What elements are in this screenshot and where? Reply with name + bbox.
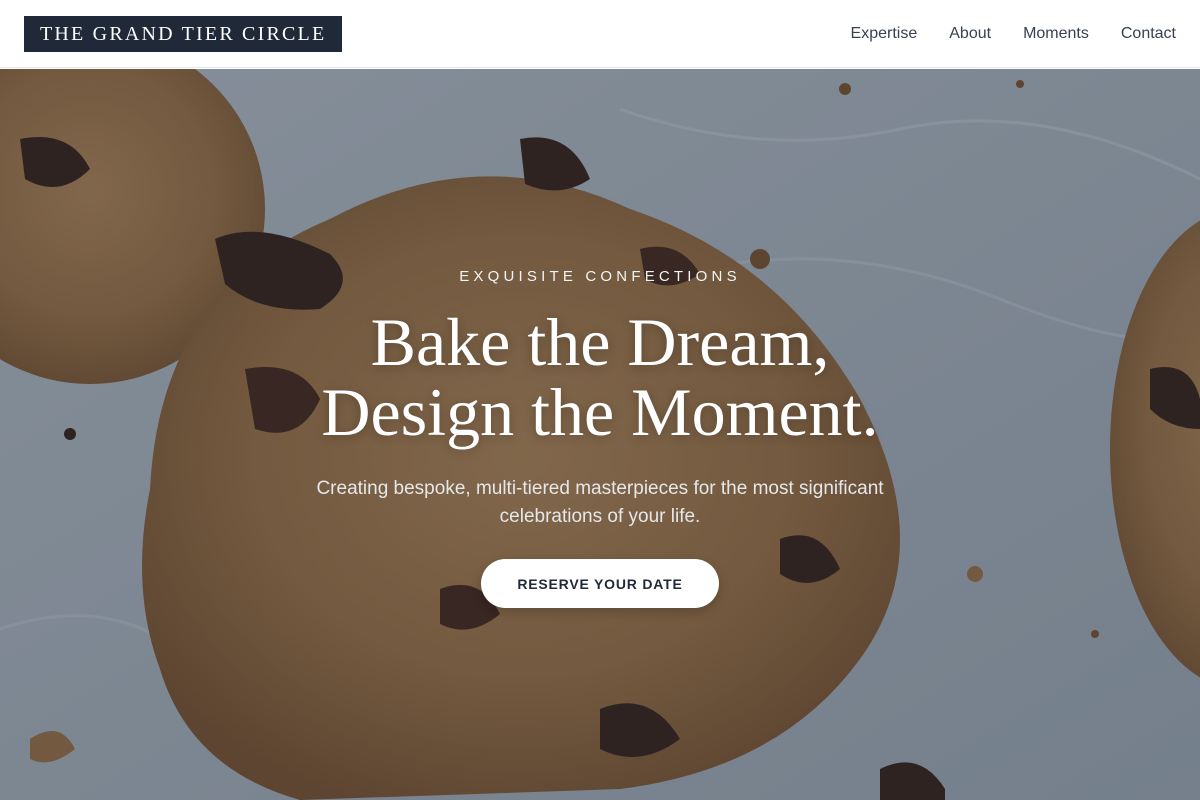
hero-headline-line-2: Design the Moment. — [321, 374, 879, 450]
main-nav: Expertise About Moments Contact — [851, 25, 1176, 43]
hero-content: EXQUISITE CONFECTIONS Bake the Dream, De… — [0, 69, 1200, 800]
reserve-date-button[interactable]: RESERVE YOUR DATE — [481, 559, 719, 608]
hero-subtext: Creating bespoke, multi-tiered masterpie… — [316, 478, 884, 527]
nav-link-about[interactable]: About — [949, 25, 991, 43]
hero-section: EXQUISITE CONFECTIONS Bake the Dream, De… — [0, 69, 1200, 800]
hero-headline: Bake the Dream, Design the Moment. — [321, 307, 878, 447]
nav-link-contact[interactable]: Contact — [1121, 25, 1176, 43]
hero-headline-line-1: Bake the Dream, — [370, 304, 830, 380]
site-header: THE GRAND TIER CIRCLE Expertise About Mo… — [0, 0, 1200, 68]
hero-eyebrow: EXQUISITE CONFECTIONS — [459, 268, 741, 285]
nav-link-moments[interactable]: Moments — [1023, 25, 1089, 43]
nav-link-expertise[interactable]: Expertise — [851, 25, 918, 43]
brand-logo[interactable]: THE GRAND TIER CIRCLE — [24, 15, 343, 52]
